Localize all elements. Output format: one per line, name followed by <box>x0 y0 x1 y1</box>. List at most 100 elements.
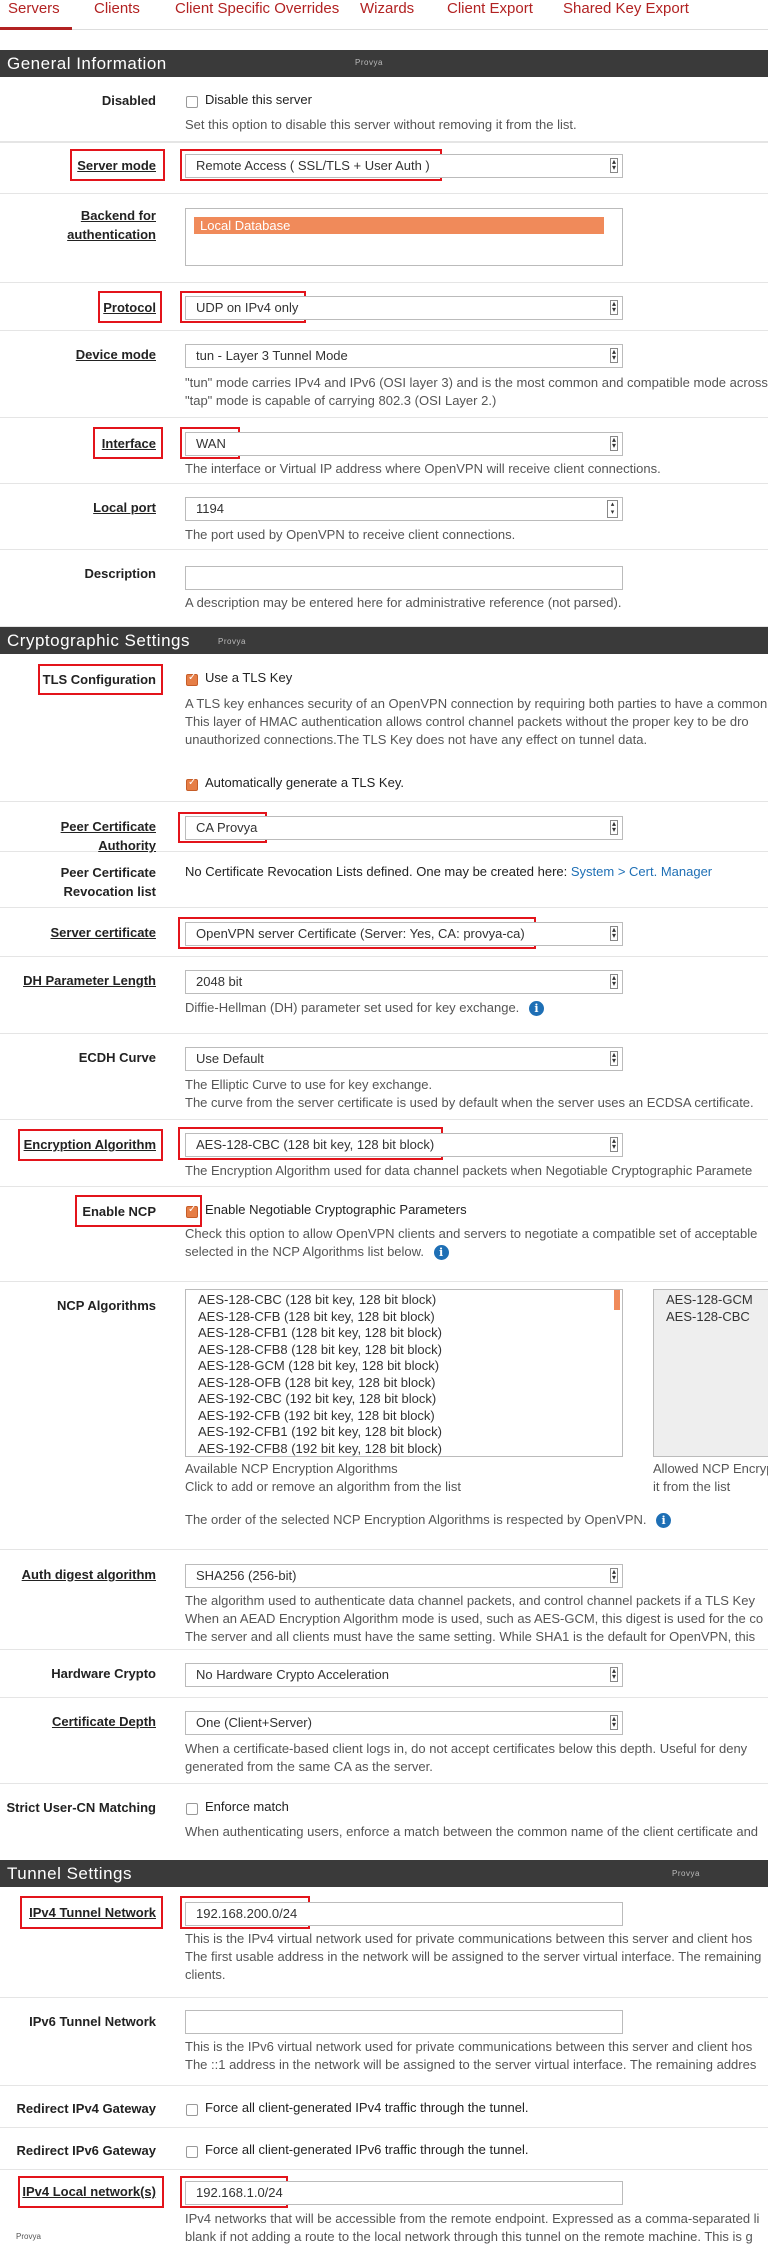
row-disabled: Disabled Disable this server Set this op… <box>0 77 768 142</box>
ncp-available-option[interactable]: AES-192-CFB1 (192 bit key, 128 bit block… <box>186 1424 622 1441</box>
dh-help-wrap: Diffie-Hellman (DH) parameter set used f… <box>185 999 544 1017</box>
row-ecdh: ECDH Curve Use Default ▴ ▾ The Elliptic C… <box>0 1034 768 1120</box>
redirect-ipv6-checkbox[interactable] <box>186 2146 198 2158</box>
spinner-icon[interactable]: ▴ ▾ <box>607 500 618 518</box>
tab-wizards[interactable]: Wizards <box>360 0 414 30</box>
auth-digest-select[interactable]: SHA256 (256-bit) ▴ ▾ <box>185 1564 623 1588</box>
backend-label-line2: authentication <box>67 227 156 242</box>
ipv4-tunnel-help-line3: clients. <box>185 1967 226 1982</box>
chevron-updown-icon: ▴ ▾ <box>610 157 618 173</box>
backend-option-selected[interactable]: Local Database <box>194 217 604 234</box>
ecdh-help-line2: The curve from the server certificate is… <box>185 1095 754 1110</box>
ncp-available-caption-line1: Available NCP Encryption Algorithms <box>185 1461 398 1476</box>
ncp-allowed-option[interactable]: AES-128-GCM <box>654 1292 768 1309</box>
row-ncp-algorithms: NCP Algorithms AES-128-CBC (128 bit key,… <box>0 1282 768 1550</box>
cert-depth-help-line2: generated from the same CA as the server… <box>185 1759 433 1774</box>
ncp-available-option[interactable]: AES-128-OFB (128 bit key, 128 bit block) <box>186 1375 622 1392</box>
redirect-ipv6-label: Redirect IPv6 Gateway <box>16 2143 156 2158</box>
ecdh-help-line1: The Elliptic Curve to use for key exchan… <box>185 1077 433 1092</box>
ipv4-tunnel-input[interactable]: 192.168.200.0/24 <box>185 1902 623 1926</box>
dh-label: DH Parameter Length <box>23 973 156 988</box>
auth-help-line3: The server and all clients must have the… <box>185 1629 756 1644</box>
protocol-value: UDP on IPv4 only <box>196 300 299 315</box>
provya-logo: Provya <box>16 2232 41 2241</box>
row-peer-crl: Peer Certificate Revocation list No Cert… <box>0 852 768 908</box>
server-mode-select[interactable]: Remote Access ( SSL/TLS + User Auth ) ▴ ▾ <box>185 154 623 178</box>
auth-help-line1: The algorithm used to authenticate data … <box>185 1593 755 1608</box>
ipv4-tunnel-value: 192.168.200.0/24 <box>196 1906 298 1921</box>
server-cert-label: Server certificate <box>50 925 156 940</box>
ncp-available-caption-line2: Click to add or remove an algorithm from… <box>185 1479 461 1494</box>
server-cert-select[interactable]: OpenVPN server Certificate (Server: Yes,… <box>185 922 623 946</box>
section-cryptographic-settings: Cryptographic Settings Provya <box>0 627 768 654</box>
encryption-value: AES-128-CBC (128 bit key, 128 bit block) <box>196 1137 435 1152</box>
info-icon[interactable]: i <box>433 1245 449 1261</box>
ecdh-select[interactable]: Use Default ▴ ▾ <box>185 1047 623 1071</box>
ncp-available-option[interactable]: AES-128-CFB8 (128 bit key, 128 bit block… <box>186 1342 622 1359</box>
dh-select[interactable]: 2048 bit ▴ ▾ <box>185 970 623 994</box>
info-icon[interactable]: i <box>528 1001 544 1017</box>
tab-servers[interactable]: Servers <box>0 0 72 30</box>
list-scrollbar[interactable] <box>614 1290 620 1310</box>
strict-cn-checkbox-label: Enforce match <box>205 1799 289 1814</box>
peer-ca-select[interactable]: CA Provya ▴ ▾ <box>185 816 623 840</box>
ncp-available-list[interactable]: AES-128-CBC (128 bit key, 128 bit block)… <box>185 1289 623 1457</box>
ncp-available-option[interactable]: AES-192-CFB8 (192 bit key, 128 bit block… <box>186 1441 622 1457</box>
ncp-allowed-list[interactable]: AES-128-GCM AES-128-CBC <box>653 1289 768 1457</box>
tab-client-specific-overrides[interactable]: Client Specific Overrides <box>175 0 339 30</box>
ipv4-tunnel-help-line2: The first usable address in the network … <box>185 1949 762 1964</box>
ncp-available-option[interactable]: AES-192-CBC (192 bit key, 128 bit block) <box>186 1391 622 1408</box>
local-port-input[interactable]: 1194 ▴ ▾ <box>185 497 623 521</box>
ncp-available-option[interactable]: AES-128-CBC (128 bit key, 128 bit block) <box>186 1292 622 1309</box>
chevron-updown-icon: ▴ ▾ <box>610 435 618 451</box>
tls-autogen-checkbox-label: Automatically generate a TLS Key. <box>205 775 404 790</box>
ipv6-tunnel-input[interactable] <box>185 2010 623 2034</box>
redirect-ipv4-checkbox[interactable] <box>186 2104 198 2116</box>
cert-depth-select[interactable]: One (Client+Server) ▴ ▾ <box>185 1711 623 1735</box>
hardware-crypto-select[interactable]: No Hardware Crypto Acceleration ▴ ▾ <box>185 1663 623 1687</box>
tab-shared-key-export[interactable]: Shared Key Export <box>563 0 689 30</box>
protocol-select[interactable]: UDP on IPv4 only ▴ ▾ <box>185 296 623 320</box>
peer-crl-message: No Certificate Revocation Lists defined.… <box>185 864 571 879</box>
strict-cn-checkbox[interactable] <box>186 1803 198 1815</box>
ipv4-local-help-line1: IPv4 networks that will be accessible fr… <box>185 2211 760 2226</box>
disabled-checkbox[interactable] <box>186 96 198 108</box>
cert-depth-label: Certificate Depth <box>51 1714 156 1729</box>
ecdh-value: Use Default <box>196 1051 264 1066</box>
device-mode-select[interactable]: tun - Layer 3 Tunnel Mode ▴ ▾ <box>185 344 623 368</box>
ncp-available-option[interactable]: AES-128-CFB (128 bit key, 128 bit block) <box>186 1309 622 1326</box>
row-protocol: Protocol UDP on IPv4 only ▴ ▾ <box>0 283 768 331</box>
row-hardware-crypto: Hardware Crypto No Hardware Crypto Accel… <box>0 1650 768 1698</box>
interface-help: The interface or Virtual IP address wher… <box>185 461 661 476</box>
tab-clients[interactable]: Clients <box>94 0 140 30</box>
row-strict-cn: Strict User-CN Matching Enforce match Wh… <box>0 1784 768 1851</box>
interface-select[interactable]: WAN ▴ ▾ <box>185 432 623 456</box>
ipv4-local-help-line2: blank if not adding a route to the local… <box>185 2229 753 2244</box>
row-ipv4-tunnel: IPv4 Tunnel Network 192.168.200.0/24 Thi… <box>0 1887 768 1998</box>
ipv4-local-input[interactable]: 192.168.1.0/24 <box>185 2181 623 2205</box>
tls-autogen-checkbox[interactable] <box>186 777 198 791</box>
cert-depth-help-line1: When a certificate-based client logs in,… <box>185 1741 748 1756</box>
ncp-available-option[interactable]: AES-192-CFB (192 bit key, 128 bit block) <box>186 1408 622 1425</box>
row-description: Description A description may be entered… <box>0 550 768 627</box>
info-icon[interactable]: i <box>656 1513 672 1529</box>
tab-client-export[interactable]: Client Export <box>447 0 533 30</box>
ncp-available-option[interactable]: AES-128-GCM (128 bit key, 128 bit block) <box>186 1358 622 1375</box>
row-dh-length: DH Parameter Length 2048 bit ▴ ▾ Diffie-H… <box>0 957 768 1034</box>
ncp-available-option[interactable]: AES-128-CFB1 (128 bit key, 128 bit block… <box>186 1325 622 1342</box>
encryption-select[interactable]: AES-128-CBC (128 bit key, 128 bit block)… <box>185 1133 623 1157</box>
enable-ncp-checkbox[interactable] <box>186 1204 198 1218</box>
section-general-information: General Information Provya <box>0 50 768 77</box>
auth-digest-value: SHA256 (256-bit) <box>196 1568 297 1583</box>
ipv4-local-value: 192.168.1.0/24 <box>196 2185 283 2200</box>
row-ipv4-local: IPv4 Local network(s) 192.168.1.0/24 IPv… <box>0 2170 768 2246</box>
peer-crl-label-line1: Peer Certificate <box>60 865 156 880</box>
ncp-allowed-option[interactable]: AES-128-CBC <box>654 1309 768 1326</box>
backend-listbox[interactable]: Local Database <box>185 208 623 266</box>
ncp-allowed-caption-line1: Allowed NCP Encryp <box>653 1461 768 1476</box>
strict-cn-help: When authenticating users, enforce a mat… <box>185 1824 759 1839</box>
cert-manager-link[interactable]: System > Cert. Manager <box>571 864 712 879</box>
description-input[interactable] <box>185 566 623 590</box>
tls-key-checkbox[interactable] <box>186 672 198 686</box>
chevron-updown-icon: ▴ ▾ <box>610 925 618 941</box>
